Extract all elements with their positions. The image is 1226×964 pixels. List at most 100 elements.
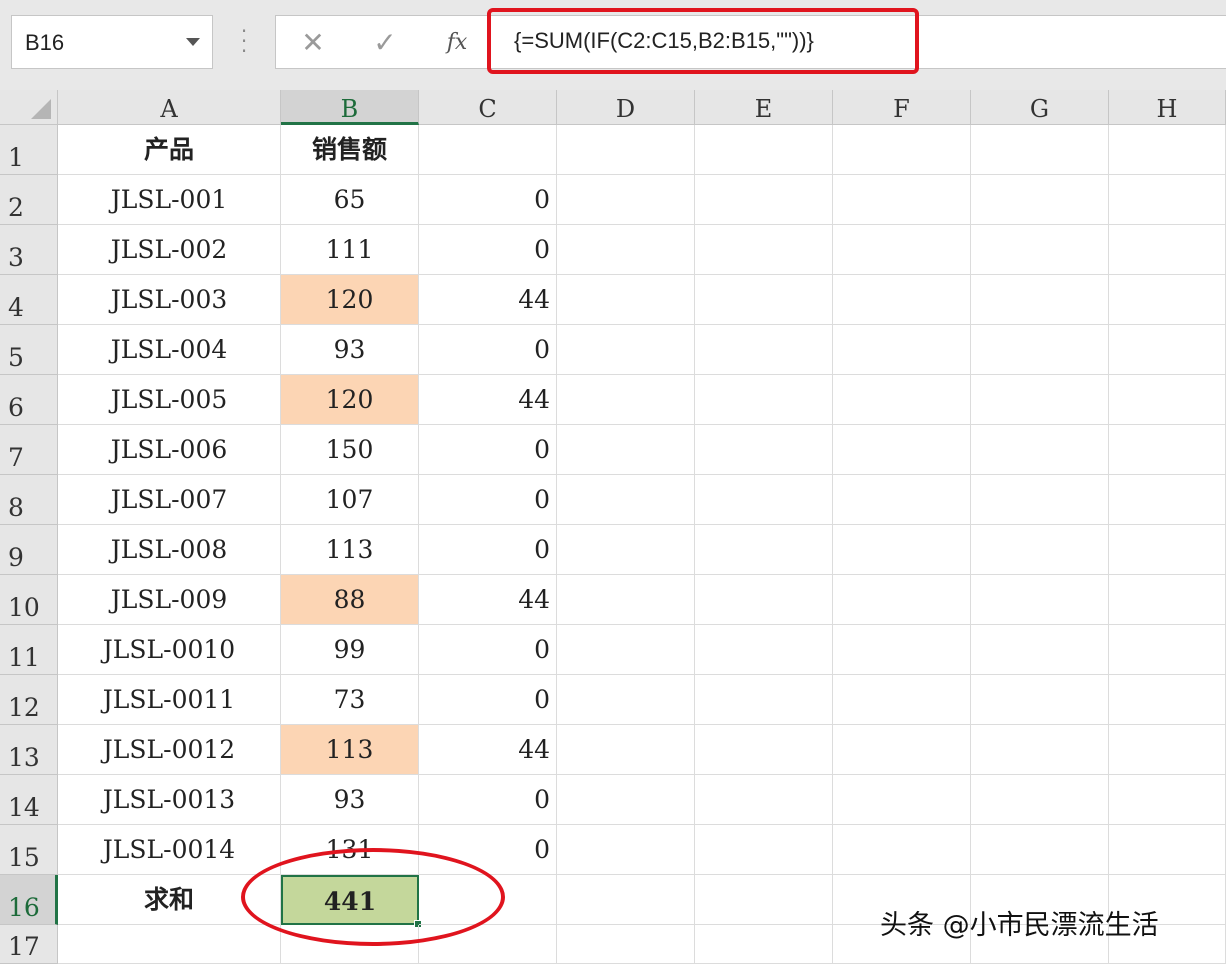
cell-H9[interactable] <box>1109 525 1226 575</box>
cell-H7[interactable] <box>1109 425 1226 475</box>
cell-B13[interactable]: 113 <box>281 725 419 775</box>
cell-A10[interactable]: JLSL-009 <box>58 575 281 625</box>
cell-E9[interactable] <box>695 525 833 575</box>
cell-H1[interactable] <box>1109 125 1226 175</box>
column-header-f[interactable]: F <box>833 90 971 125</box>
cell-F11[interactable] <box>833 625 971 675</box>
cell-G4[interactable] <box>971 275 1109 325</box>
cell-A7[interactable]: JLSL-006 <box>58 425 281 475</box>
cell-D1[interactable] <box>557 125 695 175</box>
row-header-4[interactable]: 4 <box>0 275 58 325</box>
cell-C5[interactable]: 0 <box>419 325 557 375</box>
cell-B9[interactable]: 113 <box>281 525 419 575</box>
cell-B11[interactable]: 99 <box>281 625 419 675</box>
cell-B14[interactable]: 93 <box>281 775 419 825</box>
cell-H15[interactable] <box>1109 825 1226 875</box>
cell-E3[interactable] <box>695 225 833 275</box>
cell-E6[interactable] <box>695 375 833 425</box>
cell-B7[interactable]: 150 <box>281 425 419 475</box>
cell-E2[interactable] <box>695 175 833 225</box>
cell-F12[interactable] <box>833 675 971 725</box>
cell-C11[interactable]: 0 <box>419 625 557 675</box>
cell-D12[interactable] <box>557 675 695 725</box>
cell-C6[interactable]: 44 <box>419 375 557 425</box>
cell-C8[interactable]: 0 <box>419 475 557 525</box>
column-header-c[interactable]: C <box>419 90 557 125</box>
cell-G14[interactable] <box>971 775 1109 825</box>
cell-D9[interactable] <box>557 525 695 575</box>
row-header-6[interactable]: 6 <box>0 375 58 425</box>
column-header-a[interactable]: A <box>58 90 281 125</box>
column-header-g[interactable]: G <box>971 90 1109 125</box>
insert-function-icon[interactable]: fx <box>440 26 474 60</box>
cell-F6[interactable] <box>833 375 971 425</box>
cell-B4[interactable]: 120 <box>281 275 419 325</box>
cell-B6[interactable]: 120 <box>281 375 419 425</box>
cell-H5[interactable] <box>1109 325 1226 375</box>
cell-F4[interactable] <box>833 275 971 325</box>
cell-F14[interactable] <box>833 775 971 825</box>
chevron-down-icon[interactable] <box>186 38 200 46</box>
cell-C4[interactable]: 44 <box>419 275 557 325</box>
cell-H11[interactable] <box>1109 625 1226 675</box>
cell-F8[interactable] <box>833 475 971 525</box>
cell-C3[interactable]: 0 <box>419 225 557 275</box>
cell-A9[interactable]: JLSL-008 <box>58 525 281 575</box>
cell-E1[interactable] <box>695 125 833 175</box>
cell-A5[interactable]: JLSL-004 <box>58 325 281 375</box>
cell-C13[interactable]: 44 <box>419 725 557 775</box>
row-header-14[interactable]: 14 <box>0 775 58 825</box>
cell-F5[interactable] <box>833 325 971 375</box>
cell-D13[interactable] <box>557 725 695 775</box>
cell-A11[interactable]: JLSL-0010 <box>58 625 281 675</box>
cell-C2[interactable]: 0 <box>419 175 557 225</box>
cell-A12[interactable]: JLSL-0011 <box>58 675 281 725</box>
cell-E10[interactable] <box>695 575 833 625</box>
row-header-12[interactable]: 12 <box>0 675 58 725</box>
cell-D14[interactable] <box>557 775 695 825</box>
cell-C7[interactable]: 0 <box>419 425 557 475</box>
enter-icon[interactable]: ✓ <box>368 26 402 60</box>
cell-D10[interactable] <box>557 575 695 625</box>
cell-F10[interactable] <box>833 575 971 625</box>
cell-E8[interactable] <box>695 475 833 525</box>
cell-H6[interactable] <box>1109 375 1226 425</box>
cell-B10[interactable]: 88 <box>281 575 419 625</box>
cell-G7[interactable] <box>971 425 1109 475</box>
column-header-d[interactable]: D <box>557 90 695 125</box>
cell-A13[interactable]: JLSL-0012 <box>58 725 281 775</box>
cell-D2[interactable] <box>557 175 695 225</box>
cell-H14[interactable] <box>1109 775 1226 825</box>
cell-F13[interactable] <box>833 725 971 775</box>
select-all-corner[interactable] <box>0 90 58 125</box>
cell-C14[interactable]: 0 <box>419 775 557 825</box>
cell-D7[interactable] <box>557 425 695 475</box>
cell-D11[interactable] <box>557 625 695 675</box>
cell-D4[interactable] <box>557 275 695 325</box>
row-header-7[interactable]: 7 <box>0 425 58 475</box>
cell-C9[interactable]: 0 <box>419 525 557 575</box>
cell-E14[interactable] <box>695 775 833 825</box>
cell-A8[interactable]: JLSL-007 <box>58 475 281 525</box>
cell-H8[interactable] <box>1109 475 1226 525</box>
cell-G1[interactable] <box>971 125 1109 175</box>
column-header-b[interactable]: B <box>281 90 419 125</box>
row-header-13[interactable]: 13 <box>0 725 58 775</box>
cell-E11[interactable] <box>695 625 833 675</box>
cancel-icon[interactable]: ✕ <box>296 26 330 60</box>
cell-F7[interactable] <box>833 425 971 475</box>
cell-A2[interactable]: JLSL-001 <box>58 175 281 225</box>
cell-B1[interactable]: 销售额 <box>281 125 419 175</box>
row-header-10[interactable]: 10 <box>0 575 58 625</box>
cell-E16[interactable] <box>695 875 833 925</box>
cell-C12[interactable]: 0 <box>419 675 557 725</box>
cell-D17[interactable] <box>557 925 695 964</box>
cell-G8[interactable] <box>971 475 1109 525</box>
cell-C1[interactable] <box>419 125 557 175</box>
row-header-1[interactable]: 1 <box>0 125 58 175</box>
cell-A4[interactable]: JLSL-003 <box>58 275 281 325</box>
cell-D16[interactable] <box>557 875 695 925</box>
cell-B12[interactable]: 73 <box>281 675 419 725</box>
cell-H2[interactable] <box>1109 175 1226 225</box>
cell-G3[interactable] <box>971 225 1109 275</box>
